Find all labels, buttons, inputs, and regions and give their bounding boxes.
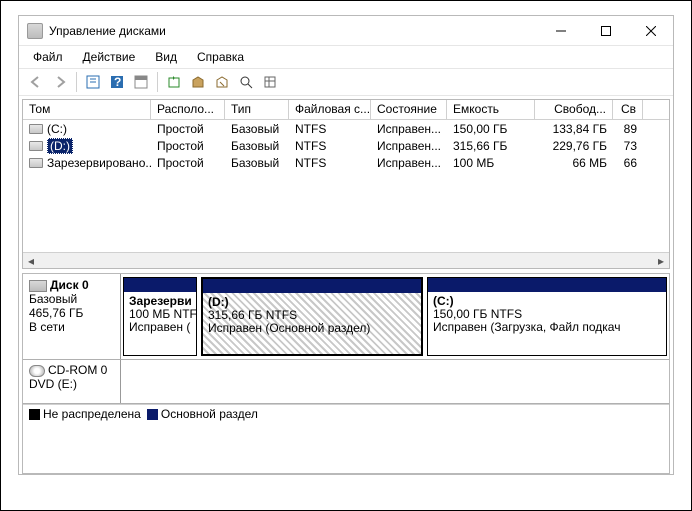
disk-info[interactable]: Диск 0 Базовый 465,76 ГБ В сети bbox=[23, 274, 121, 359]
scroll-left-icon[interactable]: ◂ bbox=[23, 254, 39, 268]
col-capacity[interactable]: Емкость bbox=[447, 100, 535, 119]
col-layout[interactable]: Располо... bbox=[151, 100, 225, 119]
minimize-button[interactable] bbox=[538, 16, 583, 45]
cdrom-icon bbox=[29, 365, 45, 377]
disk-management-window: Управление дисками Файл Действие Вид Спр… bbox=[18, 15, 674, 475]
maximize-button[interactable] bbox=[583, 16, 628, 45]
col-free[interactable]: Свобод... bbox=[535, 100, 613, 119]
legend-primary: Основной раздел bbox=[147, 407, 258, 421]
volume-icon bbox=[29, 124, 43, 134]
cdrom-row: CD-ROM 0 DVD (E:) bbox=[23, 360, 669, 404]
disk-graphics: Диск 0 Базовый 465,76 ГБ В сети Зарезерв… bbox=[22, 273, 670, 474]
close-button[interactable] bbox=[628, 16, 673, 45]
view-button[interactable] bbox=[130, 71, 152, 93]
window-title: Управление дисками bbox=[49, 24, 538, 38]
help-icon[interactable]: ? bbox=[106, 71, 128, 93]
column-headers: Том Располо... Тип Файловая с... Состоян… bbox=[23, 100, 669, 120]
toolbar: ? bbox=[19, 68, 673, 96]
col-freepct[interactable]: Св bbox=[613, 100, 643, 119]
volume-icon bbox=[29, 141, 43, 151]
menu-help[interactable]: Справка bbox=[189, 48, 252, 66]
col-volume[interactable]: Том bbox=[23, 100, 151, 119]
volume-row-selected[interactable]: (D:) Простой Базовый NTFS Исправен... 31… bbox=[23, 137, 669, 154]
cdrom-info[interactable]: CD-ROM 0 DVD (E:) bbox=[23, 360, 121, 403]
titlebar: Управление дисками bbox=[19, 16, 673, 46]
back-button[interactable] bbox=[25, 71, 47, 93]
volume-list: Том Располо... Тип Файловая с... Состоян… bbox=[22, 99, 670, 269]
settings-button[interactable] bbox=[259, 71, 281, 93]
legend-unallocated: Не распределена bbox=[29, 407, 141, 421]
horizontal-scrollbar[interactable]: ◂ ▸ bbox=[23, 252, 669, 268]
menu-file[interactable]: Файл bbox=[25, 48, 71, 66]
scroll-right-icon[interactable]: ▸ bbox=[653, 254, 669, 268]
disk-row: Диск 0 Базовый 465,76 ГБ В сети Зарезерв… bbox=[23, 274, 669, 360]
refresh-button[interactable] bbox=[163, 71, 185, 93]
properties-button[interactable] bbox=[82, 71, 104, 93]
menu-view[interactable]: Вид bbox=[147, 48, 185, 66]
app-icon bbox=[27, 23, 43, 39]
col-status[interactable]: Состояние bbox=[371, 100, 447, 119]
forward-button[interactable] bbox=[49, 71, 71, 93]
action2-button[interactable] bbox=[211, 71, 233, 93]
svg-text:?: ? bbox=[114, 75, 121, 89]
search-icon[interactable] bbox=[235, 71, 257, 93]
partition-c[interactable]: (C:) 150,00 ГБ NTFS Исправен (Загрузка, … bbox=[427, 277, 667, 356]
volume-row[interactable]: (C:) Простой Базовый NTFS Исправен... 15… bbox=[23, 120, 669, 137]
volume-icon bbox=[29, 158, 43, 168]
volume-row[interactable]: Зарезервировано... Простой Базовый NTFS … bbox=[23, 154, 669, 171]
legend: Не распределена Основной раздел bbox=[23, 404, 669, 422]
action1-button[interactable] bbox=[187, 71, 209, 93]
menubar: Файл Действие Вид Справка bbox=[19, 46, 673, 68]
col-type[interactable]: Тип bbox=[225, 100, 289, 119]
menu-action[interactable]: Действие bbox=[75, 48, 144, 66]
col-filesystem[interactable]: Файловая с... bbox=[289, 100, 371, 119]
disk-icon bbox=[29, 280, 47, 292]
partition-reserved[interactable]: Зарезерви 100 МБ NTF Исправен ( bbox=[123, 277, 197, 356]
partition-d-selected[interactable]: (D:) 315,66 ГБ NTFS Исправен (Основной р… bbox=[201, 277, 423, 356]
